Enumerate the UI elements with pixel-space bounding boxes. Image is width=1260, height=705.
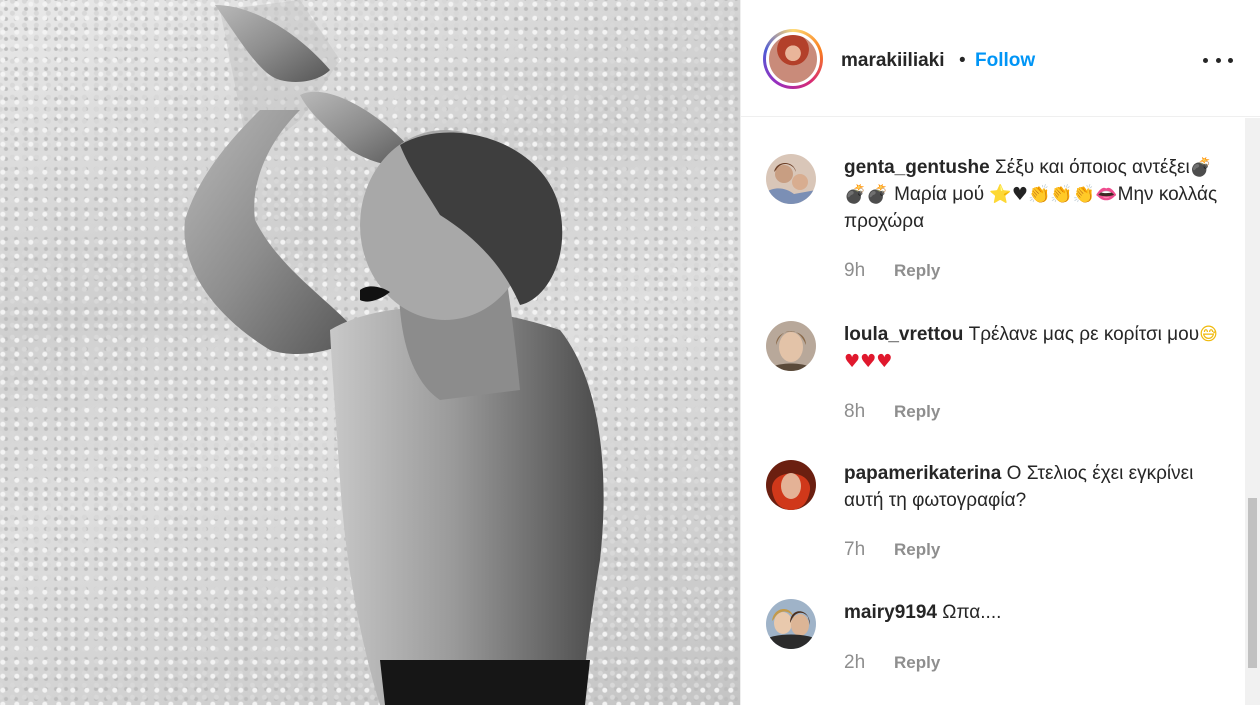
- author-avatar-image: [766, 32, 820, 86]
- reply-button[interactable]: Reply: [894, 540, 940, 560]
- comment-username[interactable]: mairy9194: [844, 602, 937, 623]
- comment-username[interactable]: loula_vrettou: [844, 324, 963, 345]
- author-avatar[interactable]: [763, 29, 823, 89]
- comment-text: papamerikaterina Ο Στελιος έχει εγκρίνει…: [844, 460, 1224, 514]
- follow-button[interactable]: Follow: [975, 50, 1035, 72]
- comment-username[interactable]: papamerikaterina: [844, 463, 1001, 484]
- post-side-panel: marakiiliaki • Follow genta_gentushe Σέξ…: [740, 0, 1260, 705]
- more-options-icon[interactable]: [1203, 47, 1233, 73]
- post-photo-figure: [184, 0, 604, 705]
- post-photo[interactable]: [0, 0, 740, 705]
- clap-emoji: 👏👏👏: [1027, 184, 1096, 205]
- reply-button[interactable]: Reply: [894, 653, 940, 673]
- comment-text: loula_vrettou Τρέλανε μας ρε κορίτσι μου…: [844, 321, 1224, 375]
- lips-emoji: 👄: [1095, 184, 1118, 205]
- scrollbar-thumb[interactable]: [1248, 498, 1257, 668]
- comment-time[interactable]: 9h: [844, 260, 865, 282]
- commenter-avatar[interactable]: [766, 154, 816, 204]
- commenter-avatar[interactable]: [766, 460, 816, 510]
- comment-body: Τρέλανε μας ρε κορίτσι μου: [968, 324, 1200, 345]
- comment-username[interactable]: genta_gentushe: [844, 157, 990, 178]
- comments-scrollbar[interactable]: [1245, 118, 1260, 705]
- comments-list[interactable]: genta_gentushe Σέξυ και όποιος αντέξει💣💣…: [741, 118, 1243, 705]
- star-emoji: ⭐: [989, 184, 1012, 205]
- comment-time[interactable]: 2h: [844, 652, 865, 674]
- post-header: marakiiliaki • Follow: [741, 0, 1260, 117]
- comment-text: genta_gentushe Σέξυ και όποιος αντέξει💣💣…: [844, 154, 1224, 235]
- comment-body: Μαρία μού: [888, 184, 990, 205]
- comment-time[interactable]: 7h: [844, 539, 865, 561]
- commenter-avatar[interactable]: [766, 321, 816, 371]
- reply-button[interactable]: Reply: [894, 402, 940, 422]
- comment-body: Σέξυ και όποιος αντέξει: [994, 157, 1190, 178]
- comment-body: Ωπα....: [942, 602, 1002, 623]
- author-username[interactable]: marakiiliaki: [841, 50, 945, 72]
- commenter-avatar[interactable]: [766, 599, 816, 649]
- red-heart-emoji: ♥♥♥: [844, 351, 893, 372]
- reply-button[interactable]: Reply: [894, 261, 940, 281]
- black-heart-emoji: ♥: [1011, 184, 1028, 205]
- sweat-smile-emoji: 😅: [1199, 324, 1218, 345]
- comment-time[interactable]: 8h: [844, 401, 865, 423]
- header-separator: •: [959, 50, 966, 71]
- comment-text: mairy9194 Ωπα....: [844, 599, 1224, 626]
